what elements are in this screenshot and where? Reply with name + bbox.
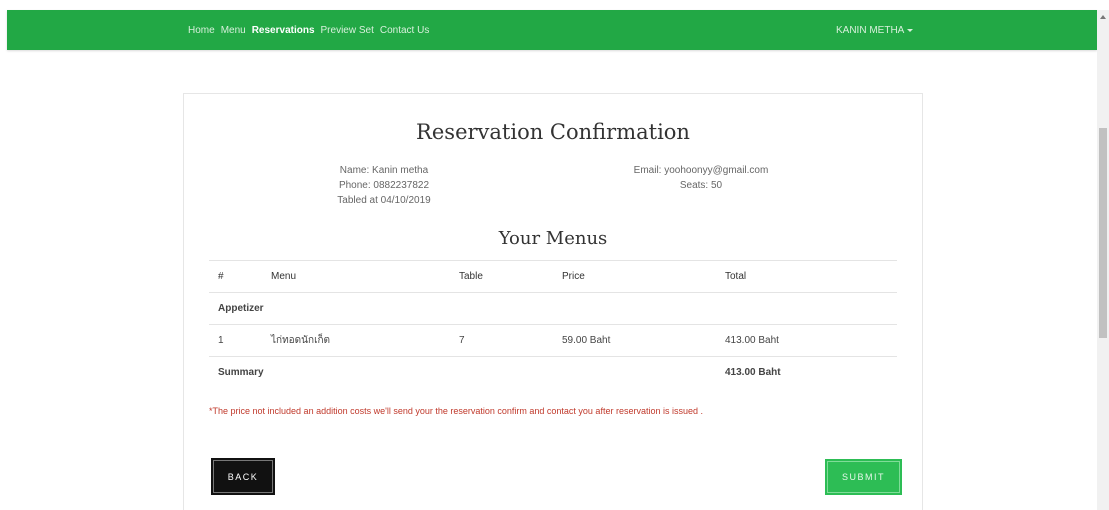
cell-table: 7: [450, 324, 553, 357]
category-label: Appetizer: [209, 292, 897, 325]
table-row: 1 ไก่ทอดนักเก็ต 7 59.00 Baht 413.00 Baht: [209, 324, 897, 357]
user-name: KANIN METHA: [836, 24, 905, 36]
col-header-table: Table: [450, 260, 553, 293]
summary-total: 413.00 Baht: [725, 367, 781, 379]
scrollbar-thumb[interactable]: [1099, 128, 1107, 338]
back-button[interactable]: BACK: [211, 458, 275, 495]
customer-name: Name: Kanin metha: [339, 165, 429, 176]
col-header-total: Total: [716, 260, 897, 293]
page-scrollbar[interactable]: [1097, 10, 1109, 510]
summary-row: Summary 413.00 Baht: [209, 357, 897, 389]
nav-menu-link[interactable]: Menu: [221, 25, 246, 36]
caret-down-icon: [907, 28, 914, 32]
seat-count: Seats: 50: [679, 180, 723, 191]
page-title: Reservation Confirmation: [416, 120, 690, 144]
customer-phone: Phone: 0882237822: [338, 180, 430, 191]
nav-links: Home Menu Reservations Preview Set Conta…: [188, 10, 435, 50]
col-header-number: #: [209, 260, 262, 293]
nav-preview-set-link[interactable]: Preview Set: [321, 25, 374, 36]
summary-label: Summary: [218, 367, 264, 379]
cell-price: 59.00 Baht: [553, 324, 716, 357]
cell-total: 413.00 Baht: [716, 324, 897, 357]
customer-info-right: Email: yoohoonyy@gmail.com Seats: 50: [621, 163, 781, 193]
nav-reservations-link[interactable]: Reservations: [252, 25, 315, 36]
menu-table: # Menu Table Price Total Appetizer 1 ไก่…: [209, 260, 897, 389]
nav-contact-us-link[interactable]: Contact Us: [380, 25, 429, 36]
customer-info-left: Name: Kanin metha Phone: 0882237822 Tabl…: [309, 163, 459, 208]
category-row: Appetizer: [209, 292, 897, 325]
nav-home-link[interactable]: Home: [188, 25, 215, 36]
user-dropdown[interactable]: KANIN METHA: [836, 10, 914, 50]
price-note: *The price not included an addition cost…: [209, 406, 703, 416]
col-header-menu: Menu: [262, 260, 450, 293]
cell-number: 1: [209, 324, 262, 357]
customer-email: Email: yoohoonyy@gmail.com: [633, 165, 769, 176]
table-header-row: # Menu Table Price Total: [209, 260, 897, 293]
cell-menu: ไก่ทอดนักเก็ต: [262, 324, 450, 357]
col-header-price: Price: [553, 260, 716, 293]
reservation-card: Reservation Confirmation Name: Kanin met…: [183, 93, 923, 510]
top-navbar: Home Menu Reservations Preview Set Conta…: [7, 10, 1097, 50]
scroll-up-arrow-icon[interactable]: [1100, 15, 1106, 19]
menus-heading: Your Menus: [498, 228, 608, 249]
reservation-date: Tabled at 04/10/2019: [337, 195, 431, 206]
submit-button[interactable]: SUBMIT: [825, 459, 902, 495]
